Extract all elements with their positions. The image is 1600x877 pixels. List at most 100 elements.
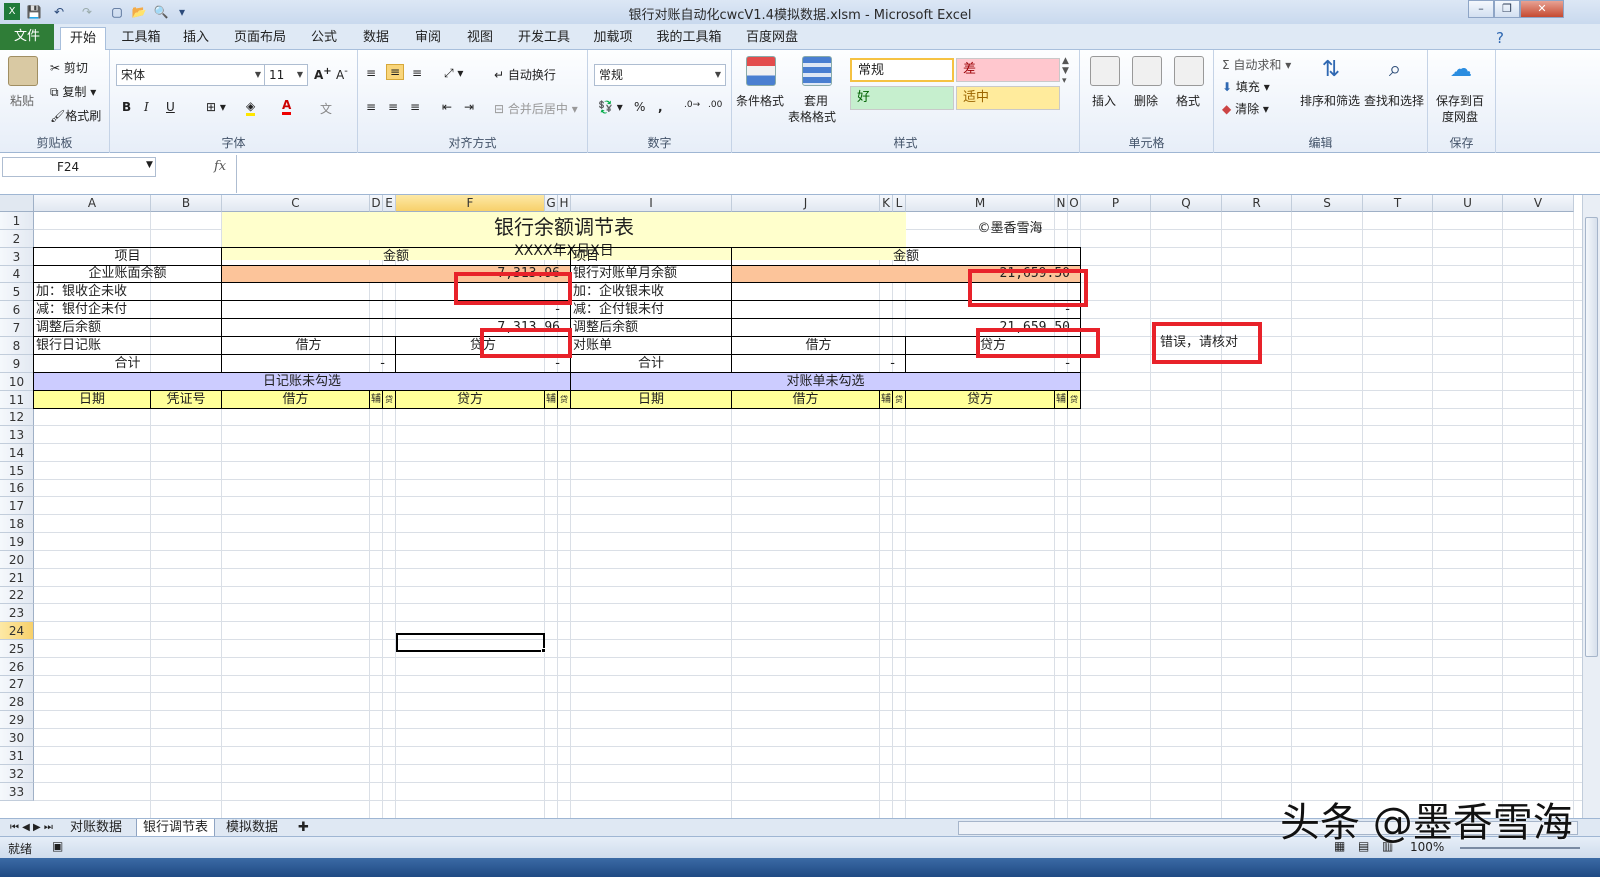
active-cell-f24[interactable] [396,633,545,652]
save-baidu-label-2[interactable]: 度网盘 [1442,108,1478,125]
column-header-u[interactable]: U [1433,195,1503,212]
tab-insert[interactable]: 插入 [176,27,216,50]
bank-statement-balance-label[interactable]: 银行对账单月余额 [570,265,732,283]
row-header-22[interactable]: 22 [0,587,34,604]
styles-scroll-icon[interactable]: ▲ ▼ ▾ [1062,56,1069,86]
r3-amount-right[interactable]: 金额 [731,247,1081,266]
font-color-icon[interactable]: A [282,98,292,115]
bank-journal-label[interactable]: 银行日记账 [33,336,222,355]
col-flag-3[interactable]: 贷 [892,390,906,409]
row-header-18[interactable]: 18 [0,515,34,533]
journal-total-label[interactable]: 合计 [33,354,222,373]
phonetic-icon[interactable]: 文 [320,100,332,117]
clear-button[interactable]: ◆ 清除 ▾ [1222,100,1269,117]
sheet-nav-icon[interactable]: ⏮ ◀ ▶ ⏭ [4,819,59,837]
row-header-23[interactable]: 23 [0,604,34,622]
col-journal-debit[interactable]: 借方 [221,390,370,409]
row-header-24[interactable]: 24 [0,622,34,640]
column-header-t[interactable]: T [1363,195,1433,212]
row-header-10[interactable]: 10 [0,373,34,391]
format-painter-button[interactable]: 🖌格式刷 [50,107,101,124]
format-cells-button[interactable]: 格式 [1176,92,1200,109]
column-header-e[interactable]: E [383,195,396,212]
help-icon[interactable]: ? [1490,27,1510,50]
row-header-14[interactable]: 14 [0,444,34,462]
column-header-j[interactable]: J [732,195,880,212]
column-header-m[interactable]: M [906,195,1055,212]
column-header-b[interactable]: B [151,195,222,212]
vertical-scroll-thumb[interactable] [1585,217,1598,657]
statement-unchecked-header[interactable]: 对账单未勾选 [570,372,1081,391]
row-header-13[interactable]: 13 [0,426,34,444]
format-as-table-icon[interactable] [802,56,832,86]
font-size-select[interactable]: 11 ▼ [264,64,308,86]
row-header-21[interactable]: 21 [0,569,34,587]
adjusted-balance-left-label[interactable]: 调整后余额 [33,318,222,337]
col-flag-4[interactable]: 贷 [1067,390,1081,409]
column-header-k[interactable]: K [880,195,893,212]
row-header-12[interactable]: 12 [0,409,34,426]
orientation-icon[interactable]: ⤢ ▾ [444,66,463,81]
align-bottom-icon[interactable]: ≡ [412,66,422,80]
style-good[interactable]: 好 [850,86,954,110]
statement-total-label[interactable]: 合计 [570,354,732,373]
column-header-r[interactable]: R [1222,195,1292,212]
tab-my-toolbox[interactable]: 我的工具箱 [650,27,728,50]
formula-input[interactable] [236,155,1582,193]
row-header-1[interactable]: 1 [0,212,34,230]
col-aux-3[interactable]: 辅 [879,390,893,409]
vertical-scrollbar[interactable] [1582,195,1600,818]
row-header-27[interactable]: 27 [0,676,34,693]
r3-amount-left[interactable]: 金额 [221,247,571,266]
cloud-icon[interactable]: ☁ [1446,56,1476,86]
binoculars-icon[interactable]: ⌕ [1380,56,1410,86]
row-header-29[interactable]: 29 [0,711,34,729]
fill-handle[interactable] [541,648,546,653]
name-box[interactable]: F24 [2,157,156,177]
statement-total-debit[interactable]: - [731,354,906,373]
tab-addins[interactable]: 加载项 [588,27,638,50]
r3-item-left[interactable]: 项目 [33,247,222,266]
row-header-9[interactable]: 9 [0,355,34,373]
journal-total-debit[interactable]: - [221,354,396,373]
sheet-tab-bank-reconciliation[interactable]: 银行调节表 [136,819,216,837]
sheet-tab-reconcile-data[interactable]: 对账数据 [64,819,128,837]
format-cells-icon[interactable] [1174,56,1204,86]
company-received-label[interactable]: 加：企收银未收 [570,282,732,301]
row-header-32[interactable]: 32 [0,765,34,783]
style-bad[interactable]: 差 [956,58,1060,82]
insert-function-icon[interactable]: fx [214,159,226,174]
merge-center-button[interactable]: ⊟ 合并后居中 ▾ [494,100,578,117]
column-header-a[interactable]: A [34,195,151,212]
paste-icon[interactable] [8,56,38,86]
fill-color-icon[interactable]: ◈ [246,99,256,116]
r3-item-right[interactable]: 项目 [570,247,732,266]
row-header-30[interactable]: 30 [0,729,34,747]
borders-icon[interactable]: ⊞ ▾ [206,100,226,114]
minimize-icon[interactable]: – [1468,0,1494,18]
decrease-decimal-icon[interactable]: .00 [708,100,722,110]
column-header-i[interactable]: I [571,195,732,212]
sheet-tab-sim-data[interactable]: 模拟数据 [220,819,284,837]
tab-data[interactable]: 数据 [356,27,396,50]
row-header-19[interactable]: 19 [0,533,34,551]
row-header-20[interactable]: 20 [0,551,34,569]
row-header-15[interactable]: 15 [0,462,34,480]
insert-cells-icon[interactable] [1090,56,1120,86]
col-flag-2[interactable]: 贷 [557,390,571,409]
align-middle-icon[interactable]: ≡ [386,64,405,80]
close-icon[interactable]: ✕ [1520,0,1564,18]
bank-received-label[interactable]: 加：银收企未收 [33,282,222,301]
column-header-d[interactable]: D [370,195,383,212]
style-neutral[interactable]: 适中 [956,86,1060,110]
delete-cells-icon[interactable] [1132,56,1162,86]
col-aux-1[interactable]: 辅 [369,390,383,409]
column-header-g[interactable]: G [545,195,558,212]
enterprise-book-balance-label[interactable]: 企业账面余额 [33,265,222,283]
grow-font-icon[interactable]: A+ [314,66,332,82]
row-header-17[interactable]: 17 [0,497,34,515]
column-header-p[interactable]: P [1081,195,1151,212]
col-flag-1[interactable]: 贷 [382,390,396,409]
name-box-dropdown-icon[interactable]: ▼ [146,160,153,170]
sort-filter-button[interactable]: 排序和筛选 [1300,92,1360,109]
